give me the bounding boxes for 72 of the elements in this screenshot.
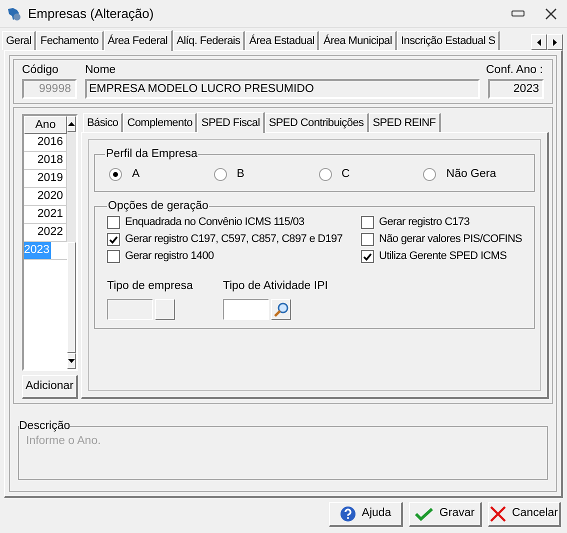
name-field[interactable]: EMPRESA MODELO LUCRO PRESUMIDO bbox=[85, 79, 480, 100]
checkbox-label: Enquadrada no Convênio ICMS 115/03 bbox=[125, 215, 304, 230]
checkbox-label: Gerar registro C173 bbox=[379, 215, 470, 230]
up-triangle-icon bbox=[68, 122, 75, 126]
radio-label: B bbox=[236, 166, 244, 182]
right-triangle-icon bbox=[553, 38, 557, 46]
checkbox[interactable] bbox=[107, 216, 120, 229]
radio-button[interactable] bbox=[423, 168, 436, 181]
year-item[interactable]: 2018 bbox=[24, 152, 66, 170]
checkbox[interactable] bbox=[361, 250, 374, 263]
field-label: Código bbox=[22, 63, 60, 78]
tab[interactable]: Básico bbox=[83, 113, 124, 132]
activity-type-field[interactable] bbox=[222, 299, 269, 320]
tab[interactable]: Inscrição Estadual S bbox=[397, 31, 500, 50]
down-triangle-icon bbox=[68, 359, 75, 364]
description-text: Informe o Ano. bbox=[26, 434, 102, 448]
group-title: Perfil da Empresa bbox=[105, 147, 198, 162]
year-item[interactable]: 2019 bbox=[24, 170, 66, 188]
tab[interactable]: Área Federal bbox=[104, 30, 173, 51]
year-field[interactable]: 2023 bbox=[488, 79, 544, 100]
checkbox[interactable] bbox=[361, 233, 374, 246]
scroll-left-button[interactable] bbox=[531, 34, 547, 50]
scrollbar[interactable] bbox=[67, 116, 76, 370]
dialog-button[interactable]: Ajuda bbox=[329, 502, 403, 527]
checkbox-label: Gerar registro C197, C597, C857, C897 e D197 bbox=[125, 232, 343, 248]
group-title: Opções de geração bbox=[107, 198, 210, 214]
minimize-icon[interactable] bbox=[511, 10, 525, 18]
search-button[interactable] bbox=[270, 299, 291, 320]
radio-button[interactable] bbox=[214, 168, 227, 181]
field-label: Nome bbox=[85, 63, 117, 78]
checkmark-icon bbox=[415, 507, 434, 521]
year-item[interactable]: 2016 bbox=[24, 134, 66, 152]
window-title: Empresas (Alteração) bbox=[28, 4, 154, 23]
tab[interactable]: SPED REINF bbox=[368, 113, 441, 132]
checkbox-label: Gerar registro 1400 bbox=[125, 249, 214, 264]
company-type-field[interactable] bbox=[107, 299, 153, 320]
checkbox[interactable] bbox=[107, 233, 120, 246]
field-label: Tipo de empresa bbox=[107, 279, 193, 294]
tab[interactable]: Fechamento bbox=[36, 31, 104, 50]
group-title: Descrição bbox=[19, 419, 70, 434]
year-item[interactable]: 2020 bbox=[24, 188, 66, 206]
checkbox-label: Utiliza Gerente SPED ICMS bbox=[379, 249, 507, 264]
scroll-right-button[interactable] bbox=[547, 34, 563, 50]
left-triangle-icon bbox=[537, 38, 541, 46]
radio-button[interactable] bbox=[109, 168, 122, 181]
checkbox[interactable] bbox=[107, 250, 120, 263]
radio-label: Não Gera bbox=[446, 166, 496, 182]
add-button[interactable]: Adicionar bbox=[22, 375, 78, 400]
tab[interactable]: SPED Contribuições bbox=[264, 113, 369, 132]
checkbox[interactable] bbox=[361, 216, 374, 229]
tab[interactable]: Alíq. Federais bbox=[172, 31, 246, 50]
lookup-button[interactable] bbox=[155, 299, 175, 320]
dialog-button[interactable]: Gravar bbox=[409, 502, 482, 527]
close-icon[interactable] bbox=[545, 8, 557, 20]
help-icon bbox=[340, 506, 356, 522]
field-label: Conf. Ano : bbox=[486, 63, 544, 78]
year-item[interactable]: 2021 bbox=[24, 206, 66, 224]
radio-label: A bbox=[132, 166, 140, 182]
dialog-button[interactable]: Cancelar bbox=[488, 502, 561, 527]
search-icon bbox=[272, 302, 289, 318]
field-label: Tipo de Atividade IPI bbox=[222, 279, 328, 294]
radio-button[interactable] bbox=[318, 168, 332, 181]
tab[interactable]: Área Estadual bbox=[245, 31, 320, 50]
close-icon bbox=[490, 506, 506, 522]
tab[interactable]: Complemento bbox=[123, 113, 198, 132]
column-header: Ano bbox=[24, 116, 67, 134]
radio-label: C bbox=[342, 166, 350, 182]
tab[interactable]: Geral bbox=[2, 31, 36, 50]
year-item[interactable]: 2022 bbox=[24, 224, 66, 242]
tab[interactable]: SPED Fiscal bbox=[197, 112, 265, 134]
checkbox-label: Não gerar valores PIS/COFINS bbox=[379, 232, 522, 248]
tab[interactable]: Área Municipal bbox=[319, 31, 397, 50]
